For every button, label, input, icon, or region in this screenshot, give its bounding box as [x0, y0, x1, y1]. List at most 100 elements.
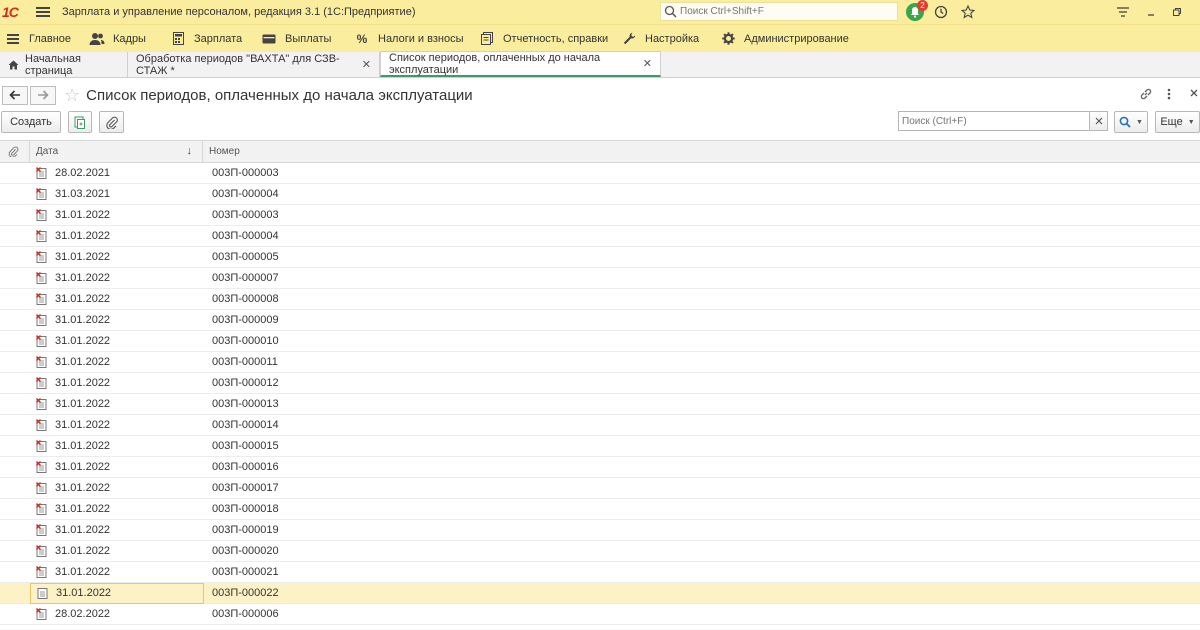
date-cell[interactable]: 31.01.2022	[30, 331, 204, 352]
number-cell[interactable]: 003П-000004	[204, 226, 279, 247]
menu-item-main[interactable]: Главное	[5, 25, 89, 53]
date-cell[interactable]: 31.01.2022	[30, 478, 204, 499]
table-row[interactable]: 31.03.2021 003П-000004	[0, 184, 1200, 205]
number-cell[interactable]: 003П-000016	[204, 457, 279, 478]
table-row[interactable]: 31.01.2022 003П-000017	[0, 478, 1200, 499]
menu-item-administration[interactable]: Администрирование	[720, 25, 850, 53]
date-cell[interactable]: 31.01.2022	[30, 268, 204, 289]
number-cell[interactable]: 003П-000007	[204, 268, 279, 289]
notifications-bell-icon[interactable]: 2	[906, 0, 928, 21]
menu-item-payments[interactable]: Выплаты	[261, 25, 354, 53]
more-actions-icon[interactable]	[1166, 87, 1172, 104]
number-cell[interactable]: 003П-000021	[204, 562, 279, 583]
settings-menu-icon[interactable]	[1114, 3, 1132, 21]
table-row[interactable]: 31.01.2022 003П-000013	[0, 394, 1200, 415]
number-cell[interactable]: 003П-000020	[204, 541, 279, 562]
number-cell[interactable]: 003П-000005	[204, 247, 279, 268]
table-row[interactable]: 31.01.2022 003П-000005	[0, 247, 1200, 268]
number-cell[interactable]: 003П-000006	[204, 604, 279, 625]
table-row[interactable]: 31.01.2022 003П-000018	[0, 499, 1200, 520]
close-tab-icon[interactable]: ✕	[643, 57, 652, 70]
date-cell[interactable]: 31.01.2022	[30, 205, 204, 226]
main-menu-icon[interactable]	[36, 7, 50, 17]
number-cell[interactable]: 003П-000017	[204, 478, 279, 499]
table-row[interactable]: 31.01.2022 003П-000020	[0, 541, 1200, 562]
date-cell[interactable]: 28.02.2022	[30, 604, 204, 625]
table-row[interactable]: 28.02.2021 003П-000003	[0, 163, 1200, 184]
table-row[interactable]: 31.01.2022 003П-000011	[0, 352, 1200, 373]
date-cell[interactable]: 31.01.2022	[30, 310, 204, 331]
clear-search-button[interactable]	[1089, 111, 1108, 131]
number-cell[interactable]: 003П-000003	[204, 163, 279, 184]
tab-vakhta-processing[interactable]: Обработка периодов "ВАХТА" для СЗВ-СТАЖ …	[128, 52, 380, 77]
number-cell[interactable]: 003П-000013	[204, 394, 279, 415]
date-cell[interactable]: 31.01.2022	[30, 436, 204, 457]
more-button[interactable]: Еще ▼	[1155, 111, 1200, 133]
date-cell[interactable]: 31.01.2022	[30, 247, 204, 268]
list-search-field[interactable]	[898, 111, 1090, 131]
date-cell[interactable]: 31.01.2022	[30, 289, 204, 310]
restore-window-icon[interactable]	[1168, 3, 1186, 21]
number-cell[interactable]: 003П-000008	[204, 289, 279, 310]
table-row[interactable]: 31.01.2022 003П-000021	[0, 562, 1200, 583]
date-cell[interactable]: 31.01.2022	[30, 373, 204, 394]
number-cell[interactable]: 003П-000014	[204, 415, 279, 436]
table-row[interactable]: 31.01.2022 003П-000004	[0, 226, 1200, 247]
link-icon[interactable]	[1139, 87, 1153, 104]
table-row[interactable]: 31.01.2022 003П-000003	[0, 205, 1200, 226]
date-cell[interactable]: 31.01.2022	[30, 582, 204, 604]
number-cell[interactable]: 003П-000022	[204, 583, 279, 604]
close-form-icon[interactable]	[1189, 88, 1199, 101]
menu-item-salary[interactable]: Зарплата	[170, 25, 261, 53]
favorites-star-icon[interactable]	[959, 3, 977, 21]
number-cell[interactable]: 003П-000011	[204, 352, 278, 373]
date-cell[interactable]: 31.01.2022	[30, 394, 204, 415]
number-cell[interactable]: 003П-000010	[204, 331, 279, 352]
number-cell[interactable]: 003П-000004	[204, 184, 279, 205]
menu-item-reports[interactable]: Отчетность, справки	[479, 25, 621, 53]
global-search[interactable]	[660, 2, 898, 21]
create-button[interactable]: Создать	[1, 111, 61, 133]
date-cell[interactable]: 31.01.2022	[30, 499, 204, 520]
table-row[interactable]: 28.02.2022 003П-000006	[0, 604, 1200, 625]
close-tab-icon[interactable]: ✕	[362, 58, 371, 71]
global-search-input[interactable]	[680, 6, 880, 17]
date-cell[interactable]: 31.01.2022	[30, 457, 204, 478]
number-cell[interactable]: 003П-000003	[204, 205, 279, 226]
attach-file-button[interactable]	[99, 111, 124, 133]
list-search-input[interactable]	[902, 115, 1082, 127]
date-cell[interactable]: 28.02.2021	[30, 163, 204, 184]
date-cell[interactable]: 31.01.2022	[30, 562, 204, 583]
column-header-date[interactable]: Дата ↓	[30, 140, 203, 163]
number-cell[interactable]: 003П-000019	[204, 520, 279, 541]
back-button[interactable]	[2, 85, 28, 105]
number-cell[interactable]: 003П-000015	[204, 436, 279, 457]
copy-button[interactable]	[68, 111, 92, 133]
tab-periods-list[interactable]: Список периодов, оплаченных до начала эк…	[380, 51, 661, 77]
favorite-star-icon[interactable]: ☆	[64, 86, 80, 104]
menu-item-taxes[interactable]: % Налоги и взносы	[354, 25, 479, 53]
menu-item-settings[interactable]: Настройка	[621, 25, 720, 53]
table-row[interactable]: 31.01.2022 003П-000022	[0, 582, 1200, 604]
history-icon[interactable]	[932, 3, 950, 21]
search-options-button[interactable]: ▼	[1114, 111, 1148, 133]
date-cell[interactable]: 31.01.2022	[30, 352, 204, 373]
date-cell[interactable]: 31.01.2022	[30, 520, 204, 541]
tab-home[interactable]: Начальная страница	[0, 52, 128, 77]
app-logo[interactable]: 1С	[2, 4, 28, 20]
number-cell[interactable]: 003П-000012	[204, 373, 279, 394]
date-cell[interactable]: 31.01.2022	[30, 541, 204, 562]
table-row[interactable]: 31.01.2022 003П-000015	[0, 436, 1200, 457]
minimize-icon[interactable]	[1142, 3, 1160, 21]
table-row[interactable]: 31.01.2022 003П-000009	[0, 310, 1200, 331]
table-row[interactable]: 31.01.2022 003П-000007	[0, 268, 1200, 289]
date-cell[interactable]: 31.01.2022	[30, 415, 204, 436]
table-row[interactable]: 31.01.2022 003П-000008	[0, 289, 1200, 310]
date-cell[interactable]: 31.01.2022	[30, 226, 204, 247]
table-row[interactable]: 31.01.2022 003П-000019	[0, 520, 1200, 541]
table-row[interactable]: 31.01.2022 003П-000012	[0, 373, 1200, 394]
table-row[interactable]: 31.01.2022 003П-000016	[0, 457, 1200, 478]
number-cell[interactable]: 003П-000009	[204, 310, 279, 331]
table-row[interactable]: 31.01.2022 003П-000010	[0, 331, 1200, 352]
table-row[interactable]: 31.01.2022 003П-000014	[0, 415, 1200, 436]
